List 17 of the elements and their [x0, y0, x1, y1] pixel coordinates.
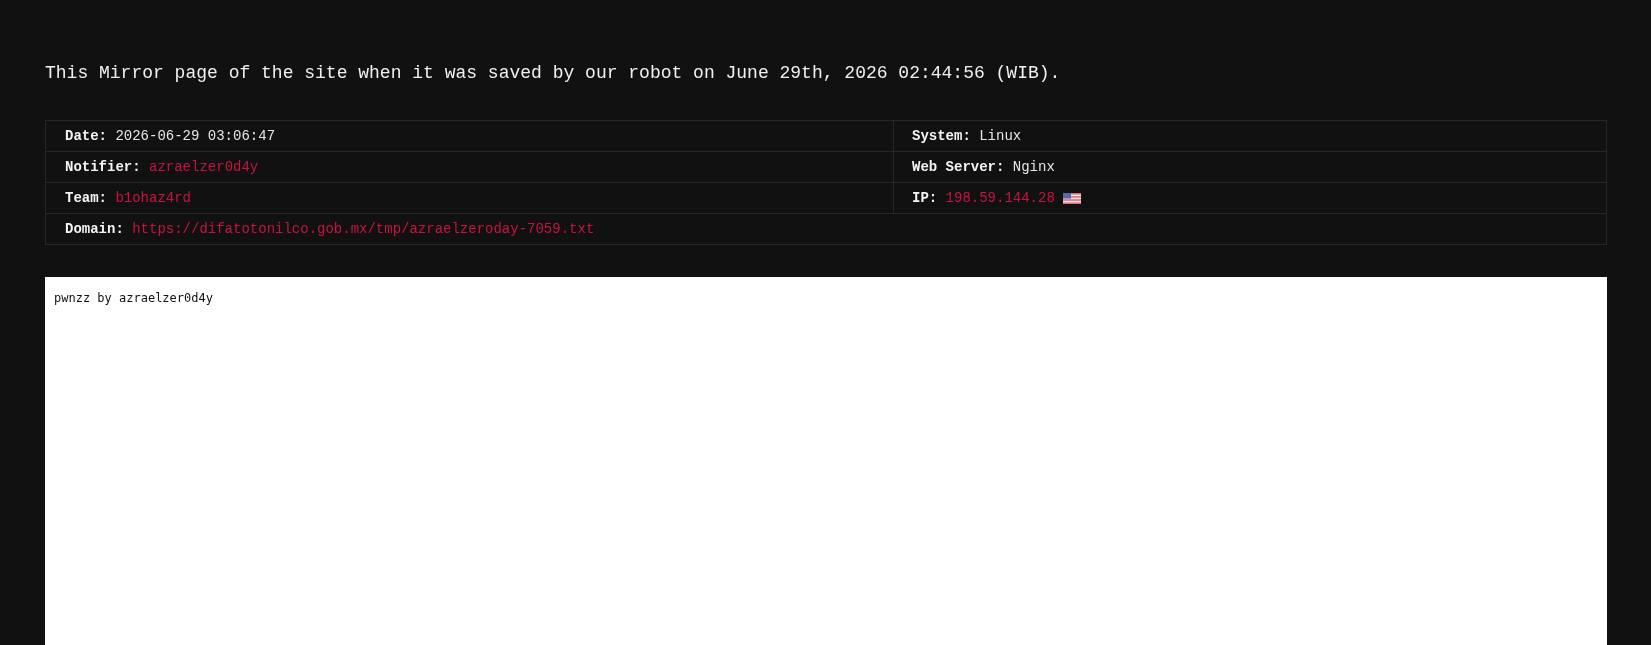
- flag-icon: [1063, 192, 1082, 204]
- field-label: Web Server:: [912, 159, 1005, 175]
- field-link[interactable]: https://difatotonilco.gob.mx/tmp/azraelzeroday-7059.txt: [132, 221, 595, 237]
- field-label: Date:: [65, 128, 107, 144]
- field-label: Team:: [65, 190, 107, 206]
- field-value: Linux: [979, 128, 1022, 144]
- field-link[interactable]: b1ohaz4rd: [115, 190, 192, 206]
- field-label: IP:: [912, 190, 938, 206]
- field-link[interactable]: azraelzer0d4y: [149, 159, 259, 175]
- field-value: 2026-06-29 03:06:47: [115, 128, 276, 144]
- field-link[interactable]: 198.59.144.28: [945, 190, 1055, 206]
- mirror-notice: This Mirror page of the site when it was saved by our robot on June 29th, 2026 02:44:56 (WIB).: [45, 62, 1061, 84]
- field-value: Nginx: [1012, 159, 1055, 175]
- field-label: Notifier:: [65, 159, 141, 175]
- field-label: System:: [912, 128, 971, 144]
- mirrored-text: pwnzz by azraelzer0d4y: [54, 290, 213, 306]
- field-label: Domain:: [65, 221, 124, 237]
